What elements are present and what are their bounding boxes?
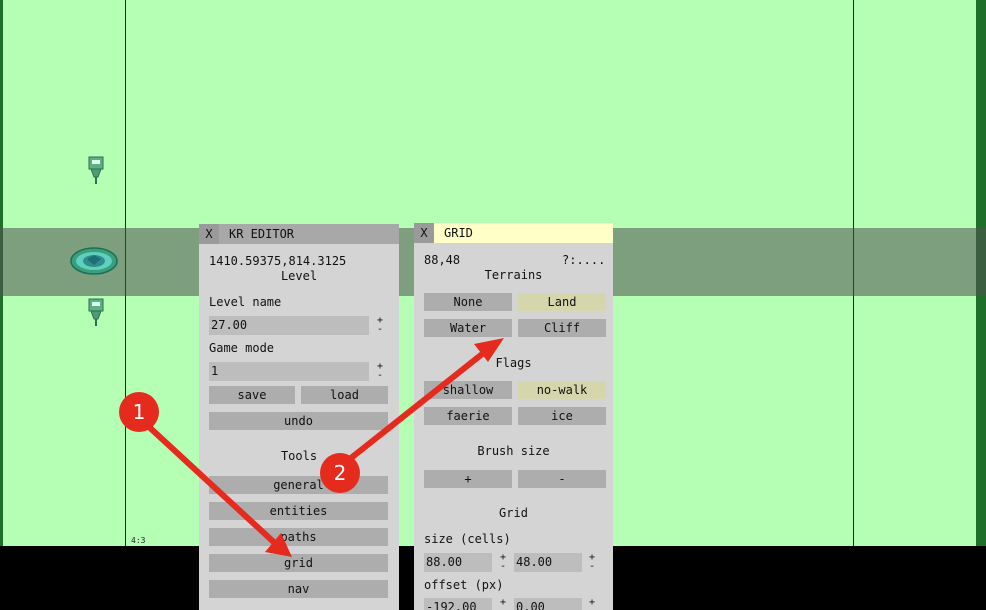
decrement-button[interactable]: - [372,371,388,381]
save-button[interactable]: save [209,386,295,404]
panel-header: X GRID [414,223,613,243]
terrain-land-button[interactable]: Land [518,293,606,311]
grid-offset-x-field[interactable]: -192.00 [424,598,492,610]
tool-paths-button[interactable]: paths [209,528,388,546]
terrain-none-button[interactable]: None [424,293,512,311]
panel-title: KR EDITOR [229,227,295,241]
section-terrains: Terrains [484,268,543,282]
game-mode-field[interactable]: 1 [209,362,369,381]
cell-info: ?:.... [562,253,606,267]
undo-button[interactable]: undo [209,412,388,430]
flag-ice-button[interactable]: ice [518,407,606,425]
section-brush-size: Brush size [477,444,550,458]
decrement-button[interactable]: - [584,562,600,572]
panel-header: X KR EDITOR [199,224,399,244]
tower-icon[interactable] [86,155,106,185]
flag-no-walk-button[interactable]: no-walk [518,381,606,399]
panel-title: GRID [444,226,473,240]
close-button[interactable]: X [199,224,219,244]
grid-height-field[interactable]: 48.00 [514,553,582,572]
level-name-stepper[interactable]: + - [372,316,388,335]
section-flags: Flags [495,356,532,370]
game-mode-label: Game mode [209,341,275,355]
terrain-cliff-button[interactable]: Cliff [518,319,606,337]
level-name-label: Level name [209,295,282,309]
section-level: Level [280,269,318,283]
grid-width-stepper[interactable]: + - [495,553,511,572]
grid-offset-label: offset (px) [424,578,504,592]
tool-general-button[interactable]: general [209,476,388,494]
step-badge-2: 2 [320,453,360,493]
game-mode-stepper[interactable]: + - [372,362,388,381]
cursor-coordinates: 1410.59375,814.3125 [209,254,347,268]
section-tools: Tools [280,449,318,463]
tool-nav-button[interactable]: nav [209,580,388,598]
terrain-water-button[interactable]: Water [424,319,512,337]
cell-position: 88,48 [424,253,461,267]
level-name-field[interactable]: 27.00 [209,316,369,335]
step-badge-1: 1 [119,392,159,432]
decrement-button[interactable]: - [372,325,388,335]
flag-faerie-button[interactable]: faerie [424,407,512,425]
tool-entities-button[interactable]: entities [209,502,388,520]
tool-grid-button[interactable]: grid [209,554,388,572]
brush-decrease-button[interactable]: - [518,470,606,488]
kr-editor-panel: X KR EDITOR 1410.59375,814.3125 Level Le… [199,224,399,610]
increment-button[interactable]: + [495,598,511,608]
grid-offset-y-stepper[interactable]: + [584,598,600,608]
flag-shallow-button[interactable]: shallow [424,381,512,399]
brush-increase-button[interactable]: + [424,470,512,488]
spawn-point-icon[interactable] [70,246,118,276]
increment-button[interactable]: + [584,598,600,608]
grid-offset-y-field[interactable]: 0.00 [514,598,582,610]
section-grid: Grid [499,506,528,520]
decrement-button[interactable]: - [495,562,511,572]
grid-panel: X GRID 88,48 ?:.... Terrains None Land W… [414,223,613,610]
close-button[interactable]: X [414,223,434,243]
aspect-ratio-label: 4:3 [131,536,146,545]
grid-offset-x-stepper[interactable]: + [495,598,511,608]
load-button[interactable]: load [301,386,388,404]
tower-icon[interactable] [86,297,106,327]
grid-height-stepper[interactable]: + - [584,553,600,572]
grid-width-field[interactable]: 88.00 [424,553,492,572]
grid-size-label: size (cells) [424,532,511,546]
